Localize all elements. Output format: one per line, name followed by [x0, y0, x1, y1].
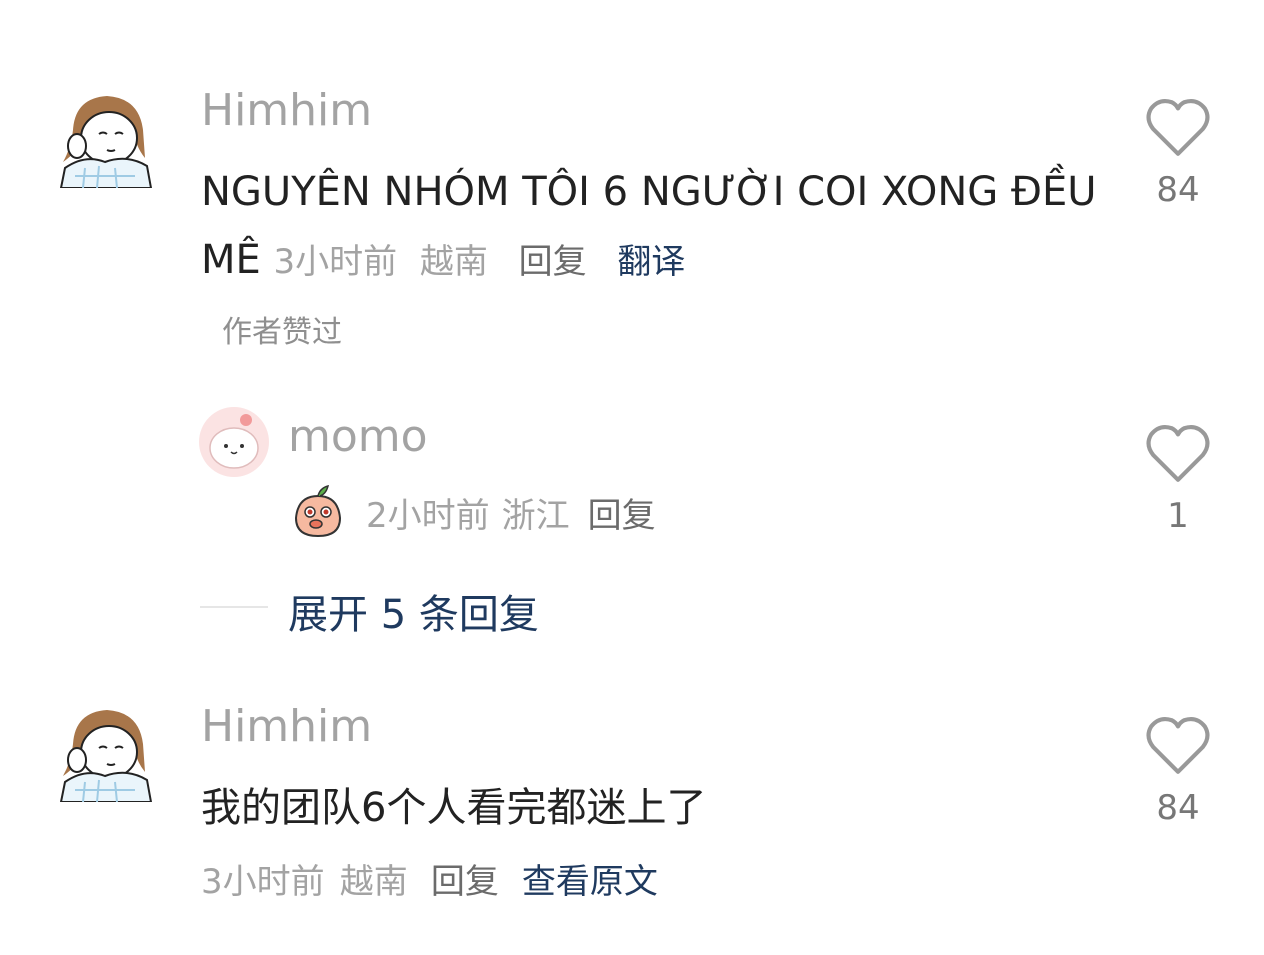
heart-icon — [1146, 99, 1210, 156]
comment-username[interactable]: Himhim — [201, 702, 372, 752]
reply-time: 2小时前 — [366, 495, 490, 536]
reply-button[interactable]: 回复 — [431, 862, 499, 902]
view-original-button[interactable]: 查看原文 — [522, 862, 658, 902]
comment-body: NGUYÊN NHÓM TÔI 6 NGƯỜI COI XONG ĐỀU MÊ … — [201, 158, 1101, 296]
like-button[interactable]: 84 — [1138, 714, 1218, 828]
comment-item: Himhim NGUYÊN NHÓM TÔI 6 NGƯỜI COI XONG … — [0, 0, 1264, 380]
reply-username[interactable]: momo — [288, 412, 428, 462]
user-avatar[interactable] — [55, 702, 155, 802]
reply-button[interactable]: 回复 — [588, 488, 656, 537]
like-count: 84 — [1156, 170, 1200, 210]
heart-icon — [1146, 717, 1210, 774]
comment-text: 我的团队6个人看完都迷上了 — [201, 785, 707, 831]
reply-item: momo 2小时前 浙江 回复 1 — [0, 400, 1264, 560]
heart-icon — [1146, 425, 1210, 482]
comment-meta: 3小时前 越南 回复 查看原文 — [201, 854, 658, 903]
user-avatar[interactable] — [55, 88, 155, 188]
like-count: 1 — [1167, 496, 1189, 536]
translate-button[interactable]: 翻译 — [617, 242, 685, 282]
comment-location: 越南 — [339, 862, 408, 902]
reply-avatar[interactable] — [198, 406, 270, 478]
peach-sticker-icon — [294, 484, 342, 538]
like-count: 84 — [1156, 788, 1200, 828]
expand-replies-button[interactable]: 展开 5 条回复 — [288, 582, 539, 640]
reply-body: 2小时前 浙江 回复 — [290, 482, 656, 542]
comment-time: 3小时前 — [273, 242, 398, 282]
like-button[interactable]: 84 — [1138, 96, 1218, 210]
comment-location: 越南 — [419, 242, 488, 282]
reply-location: 浙江 — [501, 495, 570, 536]
comment-time: 3小时前 — [201, 862, 325, 902]
expand-divider — [200, 606, 268, 608]
comment-item: Himhim 我的团队6个人看完都迷上了 3小时前 越南 回复 查看原文 84 — [0, 690, 1264, 955]
comment-username[interactable]: Himhim — [201, 86, 372, 136]
like-button[interactable]: 1 — [1138, 422, 1218, 536]
author-liked-badge: 作者赞过 — [222, 315, 342, 350]
reply-button[interactable]: 回复 — [519, 242, 587, 282]
